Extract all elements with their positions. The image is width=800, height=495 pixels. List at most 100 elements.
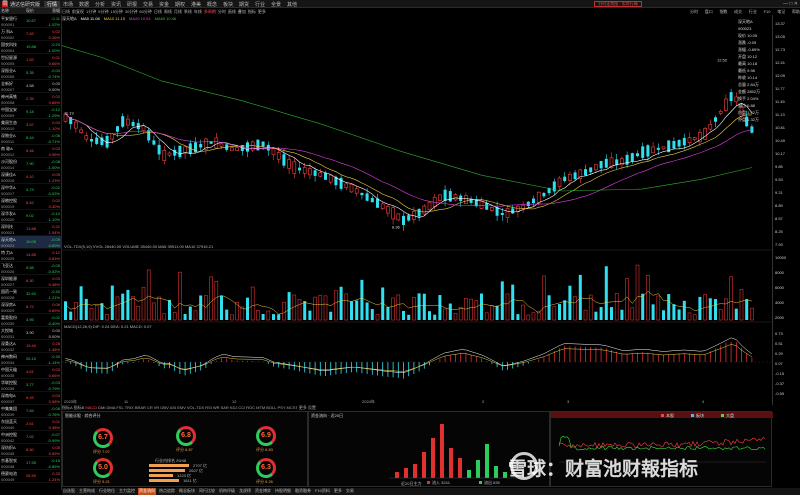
stock-row[interactable]: 世纪星源 000005 1.52 0.01 0.66% <box>0 54 61 67</box>
menu-item-3[interactable]: 分析 <box>92 1 108 8</box>
menu-item-10[interactable]: 概念 <box>204 1 220 8</box>
stock-row[interactable]: 深圳能源 000027 6.30 0.03 0.48% <box>0 275 61 288</box>
right-nav-item-2[interactable]: 指数 <box>719 9 727 16</box>
menu-item-13[interactable]: 行业 <box>252 1 268 8</box>
menu-item-15[interactable]: 其他 <box>284 1 300 8</box>
menu-item-1[interactable]: 市场 <box>60 1 76 8</box>
bottom-tab-5[interactable]: 热点追踪 <box>158 488 176 495</box>
stock-row[interactable]: 沙河股份 000014 7.90 -0.08 -1.00% <box>0 158 61 171</box>
bottom-tab-12[interactable]: 融资融券 <box>294 488 312 495</box>
stock-row[interactable]: 平安银行 000001 10.67 -0.11 -1.02% <box>0 15 61 28</box>
period-tab-4[interactable]: 15分钟 <box>110 9 122 15</box>
stock-row[interactable]: 深天地A 000023 10.05 -0.09 -0.89% <box>0 236 61 249</box>
stock-price: 6.30 <box>26 278 34 283</box>
stock-row[interactable]: 南 玻A 000012 5.46 0.03 0.55% <box>0 145 61 158</box>
stock-row[interactable]: 深深房A 000029 8.72 0.06 0.69% <box>0 301 61 314</box>
menu-item-8[interactable]: 期权 <box>172 1 188 8</box>
bottom-tab-1[interactable]: 主营构成 <box>78 488 96 495</box>
menu-item-9[interactable]: 港美 <box>188 1 204 8</box>
period-tab-11[interactable]: 年线 <box>194 9 202 15</box>
stock-row[interactable]: 国药一致 000028 32.60 -0.40 -1.21% <box>0 288 61 301</box>
menu-item-7[interactable]: 资金 <box>156 1 172 8</box>
bottom-tab-10[interactable]: 资金博弈 <box>254 488 272 495</box>
period-tab-3[interactable]: 5分钟 <box>98 9 108 15</box>
window-controls[interactable]: — □ ✕ <box>783 1 798 7</box>
menu-item-2[interactable]: 数据 <box>76 1 92 8</box>
bottom-tab-3[interactable]: 主力监控 <box>118 488 136 495</box>
stock-row[interactable]: 美丽生态 000010 3.67 0.04 1.10% <box>0 119 61 132</box>
stock-row[interactable]: 深中华A 000017 3.79 -0.02 -0.53% <box>0 184 61 197</box>
period-tab-15[interactable]: 叠加 <box>238 9 246 15</box>
period-tab-6[interactable]: 60分钟 <box>139 9 151 15</box>
stock-row[interactable]: 神州数码 000034 26.10 -0.30 -1.14% <box>0 353 61 366</box>
bottom-tab-11[interactable]: 持股明细 <box>274 488 292 495</box>
bottom-tab-2[interactable]: 行业地位 <box>98 488 116 495</box>
stock-row[interactable]: 德赛电池 000049 26.90 0.33 1.24% <box>0 470 61 483</box>
period-tab-14[interactable]: 画线 <box>228 9 236 15</box>
stock-row[interactable]: 深桑达A 000032 19.40 0.28 1.46% <box>0 340 61 353</box>
bottom-tab-14[interactable]: 更多 <box>333 488 343 495</box>
stock-row[interactable]: 深康佳A 000016 4.10 0.05 1.23% <box>0 171 61 184</box>
stock-row[interactable]: 飞亚达 000026 9.58 -0.05 -0.52% <box>0 262 61 275</box>
period-tab-10[interactable]: 季线 <box>184 9 192 15</box>
bottom-tab-4[interactable]: 资金流向 <box>138 488 156 495</box>
stock-row[interactable]: 深物业A 000011 8.44 -0.06 -0.71% <box>0 132 61 145</box>
col-change[interactable]: 涨幅 <box>52 8 60 14</box>
menu-item-11[interactable]: 板块 <box>220 1 236 8</box>
stock-row[interactable]: 全新好 000007 4.58 0.00 0.00% <box>0 80 61 93</box>
stock-row[interactable]: 深振业A 000006 5.35 -0.04 -0.74% <box>0 67 61 80</box>
col-price[interactable]: 现价 <box>26 8 34 14</box>
stock-row[interactable]: 深华发A 000020 9.02 -0.10 -1.10% <box>0 210 61 223</box>
menu-item-4[interactable]: 资讯 <box>108 1 124 8</box>
stock-row[interactable]: 中集集团 000039 7.84 -0.06 -0.76% <box>0 405 61 418</box>
menu-item-5[interactable]: 研报 <box>124 1 140 8</box>
bottom-tab-9[interactable]: 龙虎榜 <box>238 488 252 495</box>
stock-row[interactable]: 富奥股份 000030 4.95 -0.02 -0.40% <box>0 314 61 327</box>
period-tab-1[interactable]: 前复权 <box>72 9 84 15</box>
vol-bar-up <box>724 298 728 321</box>
stock-row[interactable]: 中洲控股 000042 7.02 -0.07 -0.99% <box>0 431 61 444</box>
stock-row[interactable]: 京基智农 000048 17.55 -0.15 -0.85% <box>0 457 61 470</box>
period-tab-17[interactable]: 更多 <box>258 9 266 15</box>
bottom-tab-7[interactable]: 同行比较 <box>198 488 216 495</box>
bottom-tab-13[interactable]: F10资料 <box>314 488 331 495</box>
stock-row[interactable]: 国农科技 000004 19.88 -0.20 -1.00% <box>0 41 61 54</box>
menu-item-14[interactable]: 全景 <box>268 1 284 8</box>
stock-row[interactable]: 大悦城 000031 3.90 0.00 0.00% <box>0 327 61 340</box>
menu-item-0[interactable]: 行情 <box>44 1 60 8</box>
right-nav-item-0[interactable]: 分时 <box>690 9 698 16</box>
stock-row[interactable]: 中国天楹 000035 4.61 0.03 0.65% <box>0 366 61 379</box>
period-tab-13[interactable]: 分时 <box>218 9 226 15</box>
stock-row[interactable]: 华联控股 000036 3.77 -0.03 -0.79% <box>0 379 61 392</box>
period-tab-5[interactable]: 30分钟 <box>125 9 137 15</box>
menu-item-12[interactable]: 期货 <box>236 1 252 8</box>
stock-row[interactable]: 中国宝安 000009 9.18 -0.12 -1.29% <box>0 106 61 119</box>
right-nav-item-4[interactable]: 行业 <box>749 9 757 16</box>
stock-row[interactable]: 深纺织A 000045 8.50 0.05 0.59% <box>0 444 61 457</box>
period-tab-2[interactable]: 1分钟 <box>86 9 96 15</box>
stock-row[interactable]: 深南电A 000037 6.93 0.04 0.58% <box>0 392 61 405</box>
menu-item-6[interactable]: 交易 <box>140 1 156 8</box>
kline-chart[interactable]: 11.19 8.36 12.52 VOL-TDX(5,10) VVOL 28440.0… <box>61 22 772 400</box>
period-tab-16[interactable]: 指标 <box>248 9 256 15</box>
stock-row[interactable]: 万 科A 000002 7.83 0.02 0.26% <box>0 28 61 41</box>
bottom-tab-8[interactable]: 机构评级 <box>218 488 236 495</box>
period-tab-7[interactable]: 日线 <box>154 9 162 15</box>
bottom-tab-6[interactable]: 概念板块 <box>178 488 196 495</box>
stock-row[interactable]: 深粮控股 000019 6.62 0.02 0.30% <box>0 197 61 210</box>
period-tab-12[interactable]: 多周期 <box>204 9 216 15</box>
stock-row[interactable]: 深科技 000021 13.88 0.21 1.54% <box>0 223 61 236</box>
period-tab-9[interactable]: 月线 <box>174 9 182 15</box>
period-tab-8[interactable]: 周线 <box>164 9 172 15</box>
bottom-tab-15[interactable]: 交易 <box>345 488 355 495</box>
bottom-tab-0[interactable]: 自选股 <box>62 488 76 495</box>
stock-row[interactable]: 神州高铁 000008 2.35 0.02 0.86% <box>0 93 61 106</box>
right-nav-item-3[interactable]: 成交 <box>734 9 742 16</box>
period-tab-0[interactable]: 日线 <box>62 9 70 15</box>
col-name[interactable]: 名称 <box>1 8 9 14</box>
right-nav-item-1[interactable]: 盘口 <box>705 9 713 16</box>
stock-row[interactable]: 特 力A 000025 14.65 0.12 0.83% <box>0 249 61 262</box>
stock-row[interactable]: 东旭蓝天 000040 2.61 0.01 0.38% <box>0 418 61 431</box>
alert-banner[interactable]: 分时走势图 · 实时行情 <box>594 1 642 7</box>
right-nav-item-5[interactable]: F10 <box>764 9 771 16</box>
